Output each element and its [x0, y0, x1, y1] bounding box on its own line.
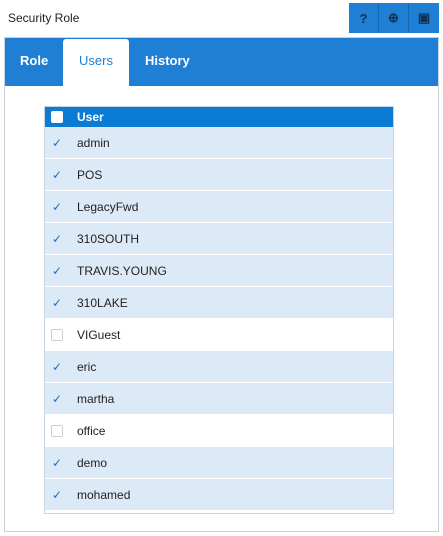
user-name: mohamed — [77, 487, 131, 502]
table-row[interactable]: ✓ TRAVIS.YOUNG — [45, 255, 393, 287]
row-checkbox[interactable]: ✓ — [51, 168, 63, 182]
table-row[interactable]: ✓ admin — [45, 127, 393, 159]
tab-role[interactable]: Role — [20, 38, 48, 86]
table-row[interactable]: ✓ mohamed — [45, 479, 393, 511]
title-bar: Security Role ? ⊕ ▣ — [0, 0, 443, 37]
table-row[interactable]: ✓ 310LAKE — [45, 287, 393, 319]
table-row[interactable]: ✓ eric — [45, 351, 393, 383]
user-name: office — [77, 423, 106, 438]
row-checkbox[interactable]: ✓ — [51, 264, 63, 278]
row-checkbox[interactable]: ✓ — [51, 296, 63, 310]
row-checkbox[interactable]: ✓ — [51, 136, 63, 150]
table-row[interactable]: office — [45, 415, 393, 447]
row-checkbox[interactable]: ✓ — [51, 392, 63, 406]
user-name: VIGuest — [77, 327, 121, 342]
row-checkbox[interactable]: ✓ — [51, 360, 63, 374]
add-button[interactable]: ⊕ — [379, 3, 409, 33]
tab-bar: Role Users History — [5, 38, 438, 87]
help-icon: ? — [359, 10, 368, 26]
user-name: TRAVIS.YOUNG — [77, 263, 167, 278]
grid-header: User — [45, 107, 393, 127]
column-header-user[interactable]: User — [77, 110, 104, 124]
row-checkbox[interactable]: ✓ — [51, 200, 63, 214]
table-row[interactable]: ✓ 310SOUTH — [45, 223, 393, 255]
table-row[interactable]: VIGuest — [45, 319, 393, 351]
row-checkbox[interactable] — [51, 328, 63, 341]
row-checkbox[interactable] — [51, 424, 63, 437]
user-name: demo — [77, 455, 108, 470]
user-name: POS — [77, 167, 103, 182]
table-row[interactable]: ✓ demo — [45, 447, 393, 479]
table-row[interactable]: ✓ LegacyFwd — [45, 191, 393, 223]
save-icon: ▣ — [417, 10, 431, 25]
table-row[interactable]: ✓ POS — [45, 159, 393, 191]
grid-body: ✓ admin ✓ POS ✓ LegacyFwd ✓ 310SOUTH ✓ TRAVIS.YOU… — [45, 127, 393, 511]
row-checkbox[interactable]: ✓ — [51, 232, 63, 246]
user-name: LegacyFwd — [77, 199, 139, 214]
user-name: 310SOUTH — [77, 231, 140, 246]
security-role-panel: Role Users History User ✓ admin ✓ POS ✓ Legac… — [4, 37, 439, 532]
row-checkbox[interactable]: ✓ — [51, 456, 63, 470]
user-name: eric — [77, 359, 97, 374]
select-all-checkbox[interactable] — [51, 111, 63, 123]
add-icon: ⊕ — [388, 10, 399, 25]
tab-users[interactable]: Users — [63, 39, 129, 87]
save-button[interactable]: ▣ — [409, 3, 439, 33]
row-checkbox[interactable]: ✓ — [51, 488, 63, 502]
window-title: Security Role — [8, 11, 80, 25]
toolbar: ? ⊕ ▣ — [349, 3, 439, 33]
user-name: admin — [77, 135, 110, 150]
tab-history[interactable]: History — [145, 38, 190, 86]
help-button[interactable]: ? — [349, 3, 379, 33]
users-grid: User ✓ admin ✓ POS ✓ LegacyFwd ✓ 310SOUTH ✓ TRAVI… — [44, 106, 394, 514]
user-name: martha — [77, 391, 115, 406]
table-row[interactable]: ✓ martha — [45, 383, 393, 415]
user-name: 310LAKE — [77, 295, 128, 310]
